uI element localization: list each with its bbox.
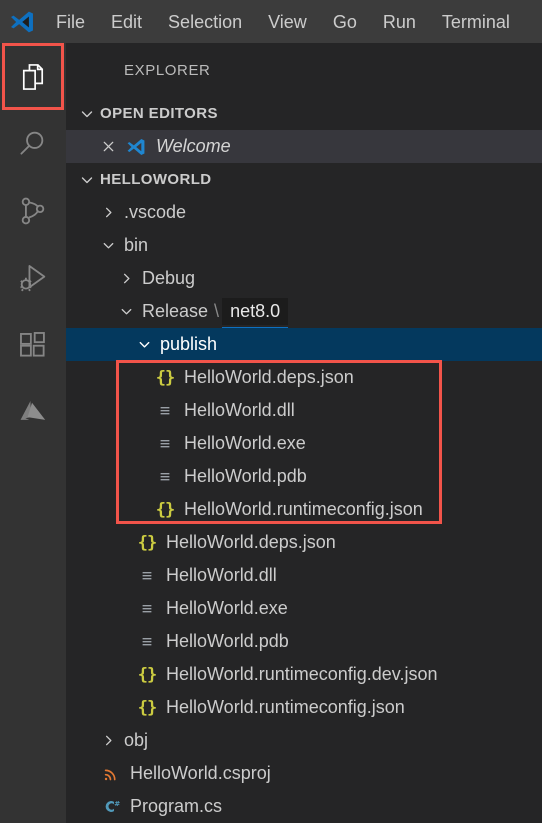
tree-item-file[interactable]: ≡ HelloWorld.exe	[66, 427, 542, 460]
tree-item-label: Release	[142, 301, 209, 321]
section-label-open-editors: OPEN EDITORS	[100, 105, 218, 122]
run-and-debug-icon	[16, 261, 50, 295]
section-label-helloworld: HELLOWORLD	[100, 171, 212, 188]
sidebar-title: EXPLORER	[124, 61, 211, 79]
source-control-icon	[16, 194, 50, 228]
menu-item-terminal[interactable]: Terminal	[429, 7, 523, 37]
azure-icon	[16, 395, 50, 429]
release-compact-path: Release \ net8.0	[138, 298, 289, 330]
close-icon[interactable]	[96, 135, 120, 159]
tree-item-file[interactable]: {} HelloWorld.deps.json	[66, 526, 542, 559]
tree-item-file[interactable]: {} HelloWorld.runtimeconfig.json	[66, 691, 542, 724]
menu-item-file[interactable]: File	[43, 7, 98, 37]
tree-item-label: HelloWorld.exe	[184, 433, 306, 453]
tree-item-vscode[interactable]: .vscode	[66, 196, 542, 229]
chevron-right-icon	[96, 202, 120, 224]
tree-item-release[interactable]: Release \ net8.0	[66, 295, 542, 330]
tree-item-file[interactable]: ≡ HelloWorld.exe	[66, 592, 542, 625]
chevron-right-icon	[114, 268, 138, 290]
menu-item-selection[interactable]: Selection	[155, 7, 255, 37]
binary-icon: ≡	[141, 565, 153, 586]
tree-item-label: HelloWorld.deps.json	[166, 532, 336, 552]
chevron-down-icon	[114, 301, 138, 323]
tree-item-label: Debug	[142, 268, 196, 288]
menu-item-go[interactable]: Go	[320, 7, 370, 37]
explorer-sidebar: EXPLORER OPEN EDITORS Welcome HELLOWORLD…	[66, 43, 542, 823]
tree-item-file[interactable]: ≡ HelloWorld.dll	[66, 394, 542, 427]
binary-icon: ≡	[141, 598, 153, 619]
chevron-down-icon	[74, 169, 100, 191]
chevron-down-icon	[132, 334, 156, 356]
json-icon: {}	[137, 664, 157, 685]
tree-item-badge-net8[interactable]: net8.0	[222, 298, 289, 330]
section-header-open-editors[interactable]: OPEN EDITORS	[66, 97, 542, 130]
tree-item-file[interactable]: {} HelloWorld.runtimeconfig.dev.json	[66, 658, 542, 691]
tree-item-label: publish	[160, 334, 218, 354]
chevron-down-icon	[74, 103, 100, 125]
chevron-right-icon	[96, 730, 120, 752]
csharp-icon: #	[96, 796, 126, 818]
vscode-window: File Edit Selection View Go Run Terminal	[0, 0, 542, 823]
binary-icon: ≡	[141, 631, 153, 652]
open-editor-label: Welcome	[156, 136, 231, 156]
extensions-icon	[16, 328, 50, 362]
tree-item-label: bin	[124, 235, 149, 255]
tree-item-label: HelloWorld.runtimeconfig.json	[184, 499, 423, 519]
tree-item-program-cs[interactable]: # Program.cs	[66, 790, 542, 823]
json-icon: {}	[137, 532, 157, 553]
tree-item-file[interactable]: ≡ HelloWorld.pdb	[66, 625, 542, 658]
activitybar-item-explorer[interactable]	[0, 43, 66, 110]
tree-item-label: .vscode	[124, 202, 187, 222]
vscode-logo-icon	[122, 136, 150, 158]
menu-item-view[interactable]: View	[255, 7, 320, 37]
tree-item-label: Program.cs	[130, 796, 223, 816]
section-header-helloworld[interactable]: HELLOWORLD	[66, 163, 542, 196]
tree-item-label: HelloWorld.exe	[166, 598, 288, 618]
tree-item-file[interactable]: {} HelloWorld.deps.json	[66, 361, 542, 394]
vscode-logo-icon	[0, 0, 43, 43]
activitybar-item-run-and-debug[interactable]	[0, 244, 66, 311]
search-icon	[16, 127, 50, 161]
tree-item-label: HelloWorld.runtimeconfig.dev.json	[166, 664, 438, 684]
binary-icon: ≡	[159, 433, 171, 454]
activitybar-item-search[interactable]	[0, 110, 66, 177]
activitybar-item-source-control[interactable]	[0, 177, 66, 244]
tree-item-obj[interactable]: obj	[66, 724, 542, 757]
tree-item-label: HelloWorld.dll	[166, 565, 277, 585]
binary-icon: ≡	[159, 400, 171, 421]
tree-item-file[interactable]: ≡ HelloWorld.pdb	[66, 460, 542, 493]
tree-item-debug[interactable]: Debug	[66, 262, 542, 295]
tree-item-label: HelloWorld.runtimeconfig.json	[166, 697, 405, 717]
menu-item-edit[interactable]: Edit	[98, 7, 155, 37]
menu-item-run[interactable]: Run	[370, 7, 429, 37]
tree-item-label: HelloWorld.deps.json	[184, 367, 354, 387]
tree-item-file[interactable]: ≡ HelloWorld.dll	[66, 559, 542, 592]
menu-items: File Edit Selection View Go Run Terminal	[43, 7, 523, 37]
tree-item-label: obj	[124, 730, 149, 750]
tree-item-label: HelloWorld.dll	[184, 400, 295, 420]
json-icon: {}	[155, 499, 175, 520]
path-separator: \	[214, 301, 220, 321]
csproj-icon	[96, 763, 126, 785]
activitybar-item-extensions[interactable]	[0, 311, 66, 378]
tree-item-label: HelloWorld.pdb	[166, 631, 289, 651]
menu-bar: File Edit Selection View Go Run Terminal	[0, 0, 542, 43]
open-editor-item-welcome[interactable]: Welcome	[66, 130, 542, 163]
activitybar-item-azure[interactable]	[0, 378, 66, 445]
svg-text:#: #	[114, 799, 120, 808]
json-icon: {}	[155, 367, 175, 388]
json-icon: {}	[137, 697, 157, 718]
activity-bar	[0, 43, 66, 823]
chevron-down-icon	[96, 235, 120, 257]
tree-item-publish[interactable]: publish	[66, 328, 542, 361]
tree-item-bin[interactable]: bin	[66, 229, 542, 262]
tree-item-file[interactable]: {} HelloWorld.runtimeconfig.json	[66, 493, 542, 526]
binary-icon: ≡	[159, 466, 171, 487]
tree-item-csproj[interactable]: HelloWorld.csproj	[66, 757, 542, 790]
tree-item-label: HelloWorld.csproj	[130, 763, 271, 783]
files-icon	[16, 60, 50, 94]
tree-item-label: HelloWorld.pdb	[184, 466, 307, 486]
